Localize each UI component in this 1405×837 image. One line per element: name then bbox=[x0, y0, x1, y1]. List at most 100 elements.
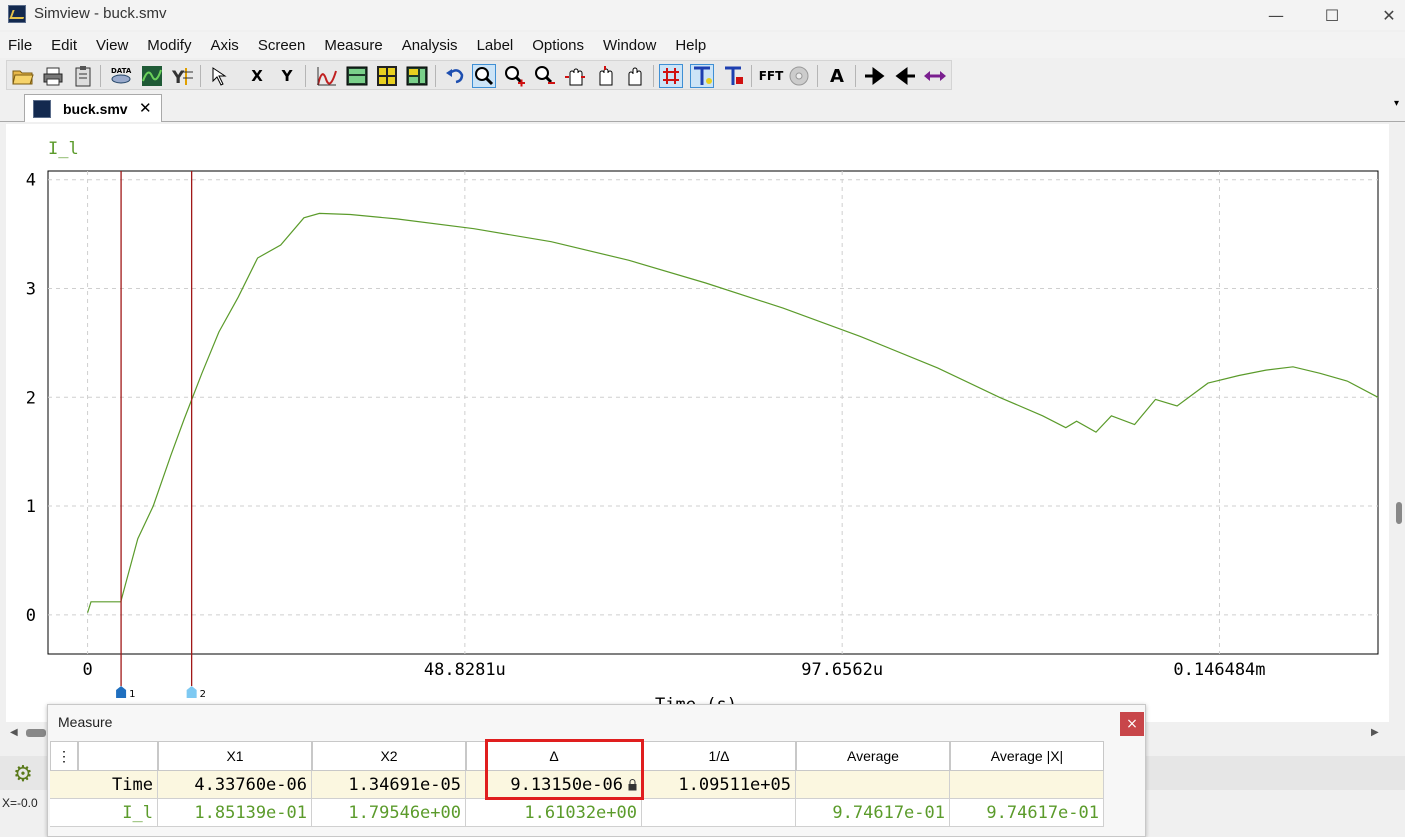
y-axis-icon[interactable]: Y bbox=[171, 64, 195, 88]
data-icon[interactable]: DATA bbox=[109, 64, 133, 88]
grid-cursor-icon[interactable] bbox=[659, 64, 683, 88]
measure-cursor-alt-icon[interactable] bbox=[721, 64, 745, 88]
y-tick-label: 0 bbox=[26, 606, 36, 626]
waveform-icon[interactable] bbox=[140, 64, 164, 88]
y-tick-label: 1 bbox=[26, 497, 36, 517]
simview-file-icon bbox=[33, 100, 51, 118]
arrow-right-icon[interactable] bbox=[863, 64, 887, 88]
cursor-2-label: 2 bbox=[200, 689, 206, 700]
menu-view[interactable]: View bbox=[96, 37, 128, 54]
menu-edit[interactable]: Edit bbox=[51, 37, 77, 54]
plot-panel[interactable]: I_l 01234 0 48.8281u 97.6562u 0.146484m 12 … bbox=[6, 124, 1389, 722]
row-time-average bbox=[796, 771, 950, 799]
fft-button[interactable]: FFT bbox=[757, 64, 785, 88]
row-il-average-abs: 9.74617e-01 bbox=[950, 799, 1104, 827]
toolbar-separator bbox=[855, 65, 856, 87]
delta-highlight-box bbox=[485, 739, 644, 800]
toolbar: DATA Y X Y FFT A bbox=[6, 60, 952, 90]
row-il-delta: 1.61032e+00 bbox=[466, 799, 642, 827]
measure-cursor-icon[interactable] bbox=[690, 64, 714, 88]
y-axis-button[interactable]: Y bbox=[275, 64, 299, 88]
measure-header-name bbox=[78, 741, 158, 771]
toolbar-separator bbox=[200, 65, 201, 87]
row-time-x1: 4.33760e-06 bbox=[158, 771, 312, 799]
horizontal-scroll-thumb[interactable] bbox=[26, 729, 46, 737]
svg-text:Y: Y bbox=[171, 68, 185, 87]
menu-analysis[interactable]: Analysis bbox=[402, 37, 458, 54]
select-arrow-icon[interactable] bbox=[209, 64, 233, 88]
undo-icon[interactable] bbox=[443, 64, 467, 88]
x-axis-button[interactable]: X bbox=[245, 64, 269, 88]
menu-options[interactable]: Options bbox=[532, 37, 584, 54]
simview-app-icon bbox=[8, 5, 26, 23]
zoom-in-icon[interactable] bbox=[503, 64, 527, 88]
row-il-x1: 1.85139e-01 bbox=[158, 799, 312, 827]
print-icon[interactable] bbox=[41, 64, 65, 88]
single-screen-icon[interactable] bbox=[345, 64, 369, 88]
pan-vertical-icon[interactable] bbox=[593, 64, 617, 88]
menu-window[interactable]: Window bbox=[603, 37, 656, 54]
waveform-plot[interactable]: I_l 01234 0 48.8281u 97.6562u 0.146484m 12 … bbox=[6, 124, 1389, 722]
menu-bar: File Edit View Modify Axis Screen Measur… bbox=[0, 32, 1405, 58]
tab-overflow-chevron-icon[interactable]: ▾ bbox=[1394, 98, 1399, 109]
row-time-average-abs bbox=[950, 771, 1104, 799]
measure-close-button[interactable]: × bbox=[1120, 712, 1144, 736]
tab-label: buck.smv bbox=[63, 101, 128, 117]
document-tab-bar: buck.smv ✕ ▾ bbox=[0, 92, 1405, 122]
x-tick-label: 97.6562u bbox=[801, 660, 883, 680]
header-average-abs[interactable]: Average |X| bbox=[950, 741, 1104, 771]
screen-layout-icon[interactable] bbox=[405, 64, 429, 88]
vertical-scroll-thumb[interactable] bbox=[1396, 502, 1402, 524]
menu-file[interactable]: File bbox=[8, 37, 32, 54]
row-il-name: I_l bbox=[50, 799, 158, 827]
menu-measure[interactable]: Measure bbox=[324, 37, 382, 54]
menu-modify[interactable]: Modify bbox=[147, 37, 191, 54]
open-folder-icon[interactable] bbox=[11, 64, 35, 88]
x-tick-label: 48.8281u bbox=[424, 660, 506, 680]
pan-hand-icon[interactable] bbox=[623, 64, 647, 88]
menu-help[interactable]: Help bbox=[675, 37, 706, 54]
menu-axis[interactable]: Axis bbox=[210, 37, 238, 54]
arrow-left-icon[interactable] bbox=[893, 64, 917, 88]
status-coordinate: X=-0.0 bbox=[2, 796, 38, 810]
cursor-1-marker-icon bbox=[116, 686, 127, 698]
menu-screen[interactable]: Screen bbox=[258, 37, 306, 54]
zoom-out-icon[interactable] bbox=[533, 64, 557, 88]
arrow-both-icon[interactable] bbox=[923, 64, 947, 88]
toolbar-separator bbox=[751, 65, 752, 87]
maximize-button[interactable]: ☐ bbox=[1303, 0, 1361, 30]
x-tick-label: 0.146484m bbox=[1173, 660, 1265, 680]
grid-screen-icon[interactable] bbox=[375, 64, 399, 88]
row-il-average: 9.74617e-01 bbox=[796, 799, 950, 827]
header-inverse-delta[interactable]: 1/Δ bbox=[642, 741, 796, 771]
tab-close-icon[interactable]: ✕ bbox=[139, 99, 152, 117]
clipboard-icon[interactable] bbox=[71, 64, 95, 88]
toolbar-separator bbox=[100, 65, 101, 87]
row-il-inverse-delta bbox=[642, 799, 796, 827]
header-x1[interactable]: X1 bbox=[158, 741, 312, 771]
menu-label[interactable]: Label bbox=[477, 37, 514, 54]
row-time-inverse-delta: 1.09511e+05 bbox=[642, 771, 796, 799]
measure-title: Measure bbox=[58, 714, 113, 730]
toolbar-separator bbox=[435, 65, 436, 87]
measure-menu-icon[interactable]: ⋮ bbox=[50, 741, 78, 771]
disc-icon[interactable] bbox=[787, 64, 811, 88]
y-axis-ticks: 0 1 2 3 4 bbox=[26, 171, 36, 626]
y-tick-label: 4 bbox=[26, 171, 36, 191]
pan-horizontal-icon[interactable] bbox=[563, 64, 587, 88]
text-label-button[interactable]: A bbox=[825, 64, 849, 88]
close-window-button[interactable]: ✕ bbox=[1360, 0, 1405, 30]
curve-icon[interactable] bbox=[315, 64, 339, 88]
header-average[interactable]: Average bbox=[796, 741, 950, 771]
zoom-icon[interactable] bbox=[472, 64, 496, 88]
scroll-left-icon[interactable]: ◀ bbox=[10, 727, 18, 738]
header-x2[interactable]: X2 bbox=[312, 741, 466, 771]
tab-buck-smv[interactable]: buck.smv ✕ bbox=[24, 94, 162, 122]
window-title: Simview - buck.smv bbox=[34, 5, 167, 22]
scroll-right-icon[interactable]: ▶ bbox=[1371, 727, 1379, 738]
minimize-button[interactable]: — bbox=[1247, 0, 1305, 30]
signal-label: I_l bbox=[48, 139, 79, 159]
vertical-scrollbar[interactable] bbox=[1392, 124, 1405, 754]
toolbar-separator bbox=[653, 65, 654, 87]
gear-icon[interactable]: ⚙ bbox=[8, 760, 38, 788]
